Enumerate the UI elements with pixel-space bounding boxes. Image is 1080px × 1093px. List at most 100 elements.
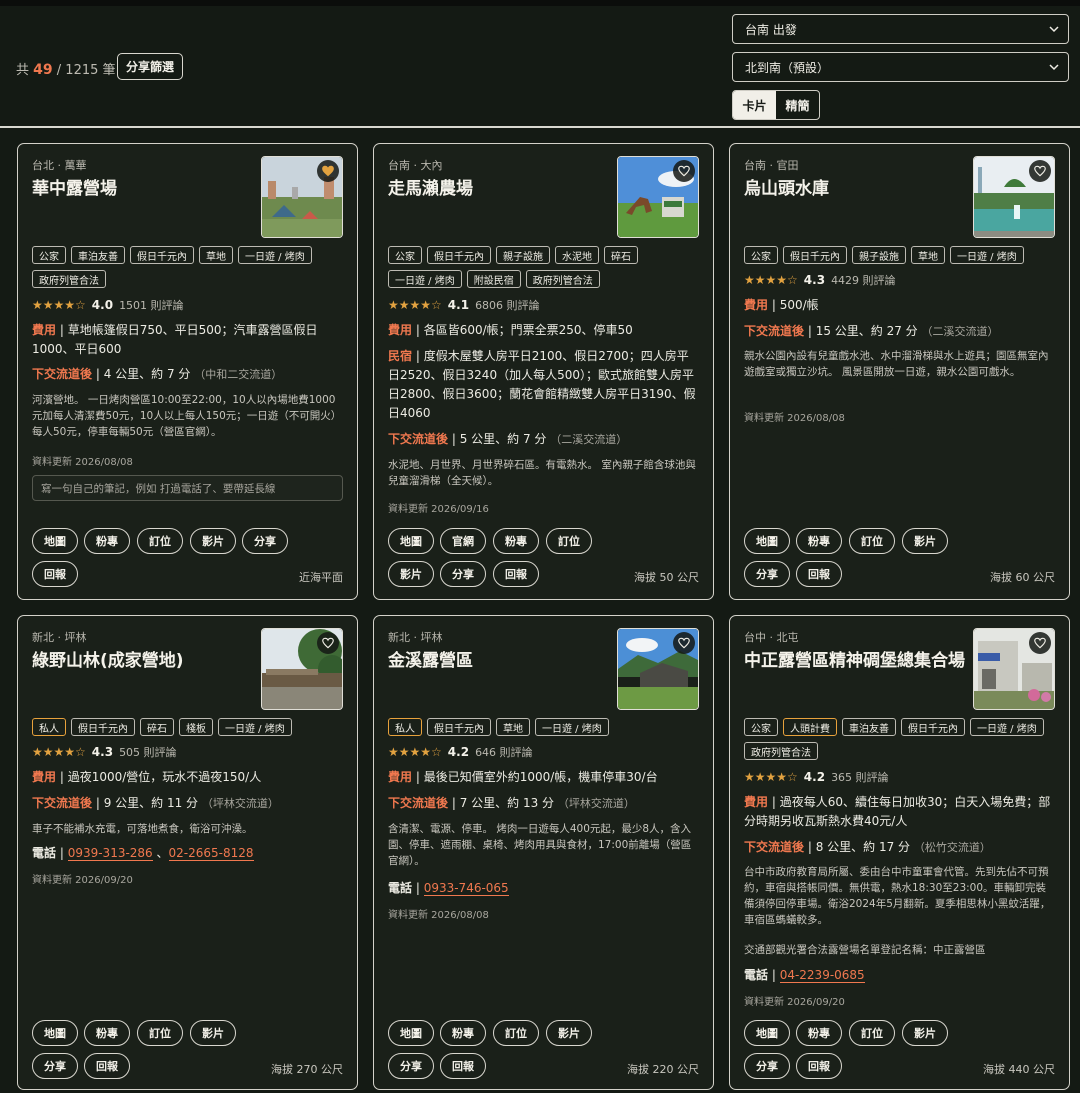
share-filter-button[interactable]: 分享篩選 — [117, 53, 183, 80]
card-title[interactable]: 金溪露營區 — [388, 646, 473, 671]
card-region: 新北 · 坪林 — [388, 631, 443, 644]
phone-link[interactable]: 0939-313-286 — [67, 846, 153, 861]
booking-button[interactable]: 訂位 — [849, 1020, 895, 1046]
origin-select[interactable]: 台南 出發 — [732, 14, 1069, 44]
fanpage-button[interactable]: 粉專 — [796, 1020, 842, 1046]
report-button[interactable]: 回報 — [796, 1053, 842, 1079]
star-rating-icon: ★★★★☆ — [32, 745, 86, 759]
share-button[interactable]: 分享 — [744, 561, 790, 587]
tag: 一日遊 / 烤肉 — [238, 246, 312, 264]
card-exit: 下交流道後 | 15 公里、約 27 分 （二溪交流道） — [744, 324, 999, 338]
tag: 水泥地 — [555, 246, 599, 264]
card-title[interactable]: 烏山頭水庫 — [744, 174, 829, 199]
order-select[interactable]: 北到南（預設） — [732, 52, 1069, 82]
video-button[interactable]: 影片 — [388, 561, 434, 587]
report-button[interactable]: 回報 — [493, 561, 539, 587]
card-description: 台中市政府教育局所屬、委由台中市童軍會代管。先到先佔不可預約，車宿與搭帳同價。無… — [744, 866, 1051, 926]
fanpage-button[interactable]: 粉專 — [84, 1020, 130, 1046]
card-tags: 公家 假日千元內 親子設施 草地 一日遊 / 烤肉 — [744, 246, 1044, 264]
video-button[interactable]: 影片 — [902, 1020, 948, 1046]
map-button[interactable]: 地圖 — [744, 1020, 790, 1046]
map-button[interactable]: 地圖 — [744, 528, 790, 554]
tag: 棧板 — [179, 718, 213, 736]
booking-button[interactable]: 訂位 — [137, 1020, 183, 1046]
share-button[interactable]: 分享 — [242, 528, 288, 554]
card-title[interactable]: 綠野山林(成家營地) — [32, 646, 184, 671]
card-bnb: 民宿 | 度假木屋雙人房平日2100、假日2700；四人房平日2520、假日32… — [388, 349, 696, 420]
share-button[interactable]: 分享 — [388, 1053, 434, 1079]
map-button[interactable]: 地圖 — [388, 528, 434, 554]
favorite-button[interactable] — [1029, 160, 1051, 182]
card-title[interactable]: 中正露營區精神碉堡總集合場 — [744, 646, 965, 671]
fanpage-button[interactable]: 粉專 — [84, 528, 130, 554]
card-description: 水泥地、月世界、月世界碎石區。有電熱水。 室內親子館含球池與兒童溜滑梯（全天候）… — [388, 459, 696, 487]
video-button[interactable]: 影片 — [546, 1020, 592, 1046]
booking-button[interactable]: 訂位 — [137, 528, 183, 554]
tag: 政府列管合法 — [525, 270, 600, 288]
camp-card: 台南 · 大內 走馬瀨農場 公家 假日千元內 親子設施 水泥地 碎石 一日遊 /… — [373, 143, 714, 600]
card-region: 台中 · 北屯 — [744, 631, 799, 644]
star-rating-icon: ★★★★☆ — [388, 298, 442, 312]
view-card-button[interactable]: 卡片 — [733, 91, 776, 119]
booking-button[interactable]: 訂位 — [849, 528, 895, 554]
video-button[interactable]: 影片 — [190, 1020, 236, 1046]
report-button[interactable]: 回報 — [32, 561, 78, 587]
card-description: 車子不能補水充電，可落地煮食，衛浴可沖澡。 — [32, 823, 253, 835]
tag: 公家 — [32, 246, 66, 264]
favorite-button[interactable] — [673, 160, 695, 182]
note-input[interactable]: 寫一句自己的筆記，例如 打過電話了、要帶延長線 — [32, 475, 343, 501]
card-exit: 下交流道後 | 7 公里、約 13 分 （坪林交流道） — [388, 796, 635, 810]
share-button[interactable]: 分享 — [32, 1053, 78, 1079]
star-rating-icon: ★★★★☆ — [744, 273, 798, 287]
tag: 一日遊 / 烤肉 — [535, 718, 609, 736]
map-button[interactable]: 地圖 — [32, 528, 78, 554]
card-altitude: 海拔 60 公尺 — [990, 571, 1055, 584]
share-button[interactable]: 分享 — [744, 1053, 790, 1079]
card-registration: 交通部觀光署合法露營場名單登記名稱：中正露營區 — [744, 944, 986, 956]
header-divider — [0, 126, 1080, 128]
fanpage-button[interactable]: 粉專 — [493, 528, 539, 554]
result-count-shown: 49 — [33, 62, 53, 78]
phone-link[interactable]: 04-2239-0685 — [779, 968, 865, 983]
report-button[interactable]: 回報 — [440, 1053, 486, 1079]
star-rating-icon: ★★★★☆ — [744, 770, 798, 784]
phone-link[interactable]: 0933-746-065 — [423, 881, 509, 896]
card-region: 新北 · 坪林 — [32, 631, 87, 644]
tag: 人頭計費 — [783, 718, 837, 736]
tag: 草地 — [911, 246, 945, 264]
booking-button[interactable]: 訂位 — [546, 528, 592, 554]
heart-outline-icon — [322, 637, 334, 649]
video-button[interactable]: 影片 — [190, 528, 236, 554]
card-rating: ★★★★☆ 4.0 1501 則評論 — [32, 298, 184, 312]
report-button[interactable]: 回報 — [796, 561, 842, 587]
booking-button[interactable]: 訂位 — [493, 1020, 539, 1046]
map-button[interactable]: 地圖 — [32, 1020, 78, 1046]
card-altitude: 近海平面 — [299, 571, 343, 584]
favorite-button[interactable] — [673, 632, 695, 654]
video-button[interactable]: 影片 — [902, 528, 948, 554]
phone-link[interactable]: 02-2665-8128 — [168, 846, 254, 861]
favorite-button[interactable] — [1029, 632, 1051, 654]
map-button[interactable]: 地圖 — [388, 1020, 434, 1046]
card-exit: 下交流道後 | 4 公里、約 7 分 （中和二交流道） — [32, 367, 283, 381]
report-button[interactable]: 回報 — [84, 1053, 130, 1079]
tag: 假日千元內 — [783, 246, 847, 264]
tag: 一日遊 / 烤肉 — [950, 246, 1024, 264]
card-title[interactable]: 華中露營場 — [32, 174, 117, 199]
share-button[interactable]: 分享 — [440, 561, 486, 587]
tag: 車泊友善 — [71, 246, 125, 264]
card-title[interactable]: 走馬瀨農場 — [388, 174, 473, 199]
fanpage-button[interactable]: 粉專 — [440, 1020, 486, 1046]
view-toggle: 卡片 精簡 — [732, 90, 820, 120]
card-phone: 電話 | 0933-746-065 — [388, 881, 509, 896]
tag: 假日千元內 — [901, 718, 965, 736]
fanpage-button[interactable]: 粉專 — [796, 528, 842, 554]
tag: 草地 — [199, 246, 233, 264]
card-altitude: 海拔 270 公尺 — [271, 1063, 343, 1076]
website-button[interactable]: 官網 — [440, 528, 486, 554]
favorite-button[interactable] — [317, 160, 339, 182]
view-compact-button[interactable]: 精簡 — [776, 91, 819, 119]
favorite-button[interactable] — [317, 632, 339, 654]
camp-card: 新北 · 坪林 金溪露營區 私人 假日千元內 草地 一日遊 / 烤肉 ★★★★☆… — [373, 615, 714, 1090]
card-tags: 公家 人頭計費 車泊友善 假日千元內 一日遊 / 烤肉 政府列管合法 — [744, 718, 1044, 760]
